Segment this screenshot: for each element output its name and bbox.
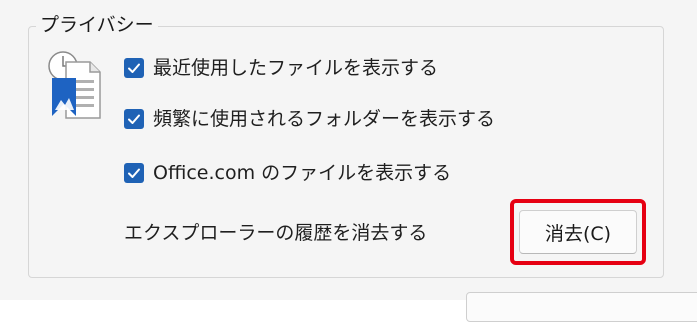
checkmark-icon bbox=[128, 63, 140, 73]
office-files-checkbox[interactable] bbox=[124, 163, 144, 183]
privacy-group-title: プライバシー bbox=[36, 12, 158, 38]
recent-files-checkbox[interactable] bbox=[124, 58, 144, 78]
privacy-document-icon bbox=[48, 51, 101, 119]
office-files-label: Office.com のファイルを表示する bbox=[153, 162, 452, 184]
option-frequent-folders[interactable]: 頻繁に使用されるフォルダーを表示する bbox=[124, 107, 495, 131]
clear-history-button[interactable]: 消去(C) bbox=[519, 210, 637, 254]
clear-history-label: エクスプローラーの履歴を消去する bbox=[124, 222, 428, 244]
frequent-folders-label: 頻繁に使用されるフォルダーを表示する bbox=[153, 108, 496, 130]
recent-files-label: 最近使用したファイルを表示する bbox=[153, 57, 439, 79]
option-recent-files[interactable]: 最近使用したファイルを表示する bbox=[124, 56, 438, 80]
option-office-files[interactable]: Office.com のファイルを表示する bbox=[124, 161, 451, 185]
checkmark-icon bbox=[128, 168, 140, 178]
dialog-button-partial[interactable] bbox=[466, 292, 697, 322]
checkmark-icon bbox=[128, 114, 140, 124]
frequent-folders-checkbox[interactable] bbox=[124, 109, 144, 129]
